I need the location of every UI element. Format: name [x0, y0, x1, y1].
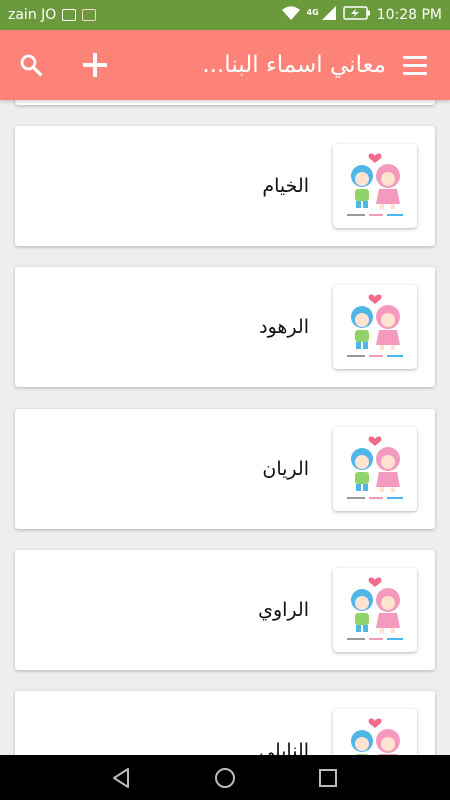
status-right: 4G 10:28 PM: [281, 5, 442, 25]
list-item[interactable]: الخيام: [15, 126, 435, 246]
kids-couple-icon: [333, 285, 417, 369]
menu-icon-bar: [403, 63, 427, 67]
add-icon: [83, 53, 107, 77]
menu-icon-bar: [403, 55, 427, 59]
list-item[interactable]: الرهود: [15, 267, 435, 387]
search-button[interactable]: [8, 42, 54, 88]
navigation-bar: [0, 755, 450, 800]
status-bar: zain JO 4G 10:28 PM: [0, 0, 450, 30]
list-item[interactable]: النابلي: [15, 691, 435, 755]
item-name: الخيام: [262, 175, 309, 197]
recents-button[interactable]: [308, 758, 348, 798]
carrier-name: zain JO: [8, 7, 57, 23]
list-item[interactable]: الراوي: [15, 550, 435, 670]
app-bar: معاني اسماء البنا...: [0, 30, 450, 100]
add-button[interactable]: [72, 42, 118, 88]
kids-couple-icon: [333, 568, 417, 652]
wifi-icon: [281, 5, 301, 25]
signal-icon: [321, 5, 337, 25]
item-name: الراوي: [258, 599, 309, 621]
mail-icon: [82, 9, 97, 21]
menu-button[interactable]: [392, 42, 438, 88]
back-button[interactable]: [102, 758, 142, 798]
names-list[interactable]: الخيام الرهود الريان الراوي النابلي: [0, 100, 450, 755]
kids-couple-icon: [333, 144, 417, 228]
recents-square-icon: [319, 768, 338, 787]
item-name: الريان: [262, 458, 309, 480]
search-icon: [20, 54, 43, 77]
item-name: النابلي: [258, 740, 309, 755]
item-name: الرهود: [259, 316, 309, 338]
network-type: 4G: [306, 8, 319, 17]
menu-icon-bar: [403, 71, 427, 75]
kids-couple-icon: [333, 709, 417, 755]
kids-couple-icon: [333, 427, 417, 511]
status-time: 10:28 PM: [376, 7, 442, 23]
list-card-partial[interactable]: [15, 100, 435, 105]
back-triangle-icon: [112, 767, 129, 788]
android-icon: [62, 9, 77, 21]
home-button[interactable]: [205, 758, 245, 798]
status-left: zain JO: [8, 7, 97, 23]
home-circle-icon: [214, 767, 235, 788]
list-item[interactable]: الريان: [15, 409, 435, 529]
app-title: معاني اسماء البنا...: [202, 52, 386, 78]
battery-charging-icon: [342, 5, 371, 25]
